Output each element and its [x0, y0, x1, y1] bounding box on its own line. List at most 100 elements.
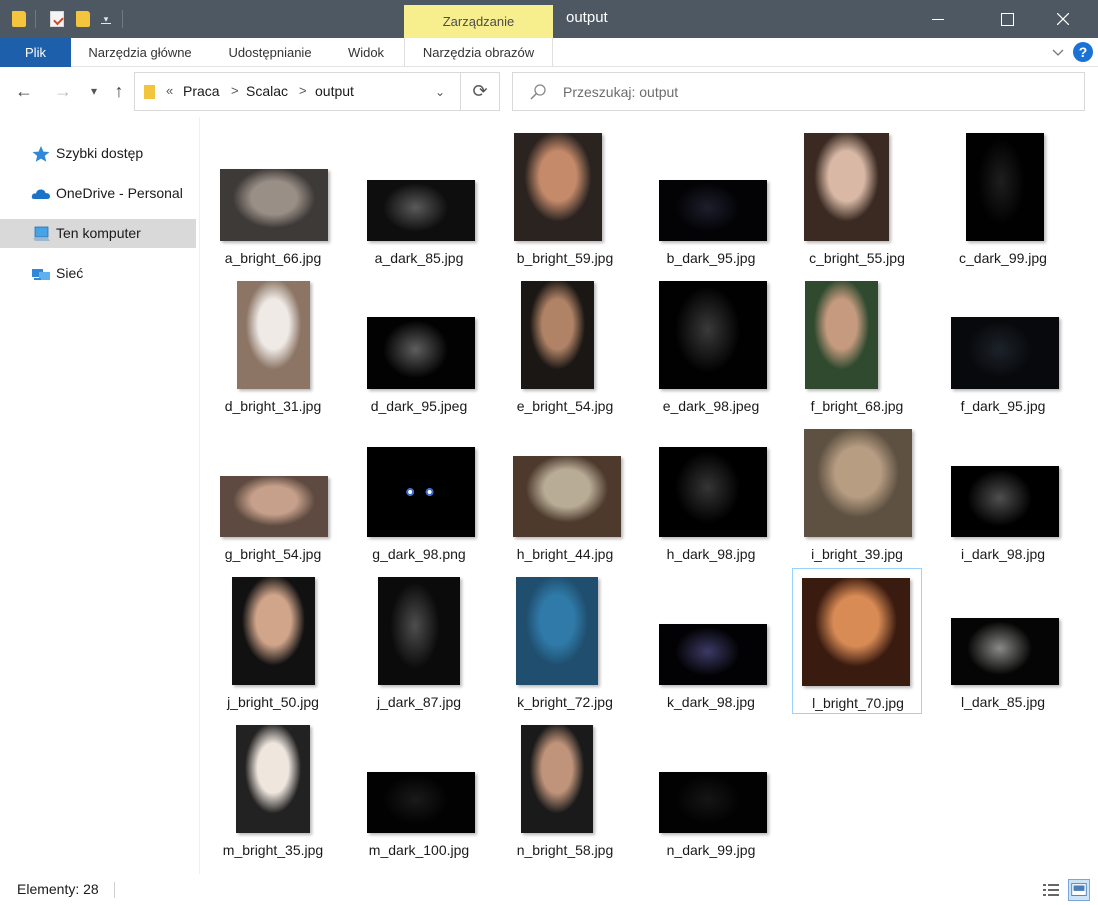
star-icon — [32, 146, 50, 162]
search-icon — [530, 84, 546, 100]
file-name: h_bright_44.jpg — [516, 546, 614, 562]
file-item[interactable]: b_dark_95.jpg — [646, 124, 776, 270]
file-item[interactable]: e_bright_54.jpg — [500, 272, 630, 418]
image-thumbnail — [367, 317, 475, 389]
status-bar: Elementy: 28 — [0, 874, 1098, 905]
breadcrumb-scalac[interactable]: Scalac — [246, 83, 288, 99]
search-input[interactable] — [563, 81, 1063, 103]
file-name: b_dark_95.jpg — [666, 250, 756, 266]
file-item[interactable]: l_dark_85.jpg — [938, 568, 1068, 714]
file-item[interactable]: a_bright_66.jpg — [208, 124, 338, 270]
file-item[interactable]: i_dark_98.jpg — [938, 420, 1068, 566]
file-item[interactable]: m_dark_100.jpg — [354, 716, 484, 862]
help-button[interactable]: ? — [1073, 42, 1093, 62]
file-item[interactable]: g_bright_54.jpg — [208, 420, 338, 566]
tab-manage[interactable]: Zarządzanie — [404, 5, 553, 38]
title-bar: ▾ Zarządzanie output — [0, 0, 1098, 38]
image-thumbnail — [513, 456, 621, 537]
file-name: k_dark_98.jpg — [667, 694, 755, 710]
sidebar-item-label: Ten komputer — [56, 225, 141, 241]
image-thumbnail — [236, 725, 310, 833]
image-thumbnail — [367, 772, 475, 833]
image-thumbnail — [805, 281, 878, 389]
folder-icon[interactable] — [12, 11, 26, 27]
new-folder-icon[interactable] — [76, 11, 90, 27]
file-item[interactable]: n_dark_99.jpg — [646, 716, 776, 862]
sidebar-item-quick-access[interactable]: Szybki dostęp — [0, 139, 196, 168]
search-box[interactable] — [512, 72, 1085, 111]
navigation-bar: ← → ▾ ↑ « Praca > Scalac > output ⌄ ⟳ — [0, 67, 1098, 117]
file-item[interactable]: c_dark_99.jpg — [938, 124, 1068, 270]
file-name: d_dark_95.jpeg — [370, 398, 468, 414]
tab-file[interactable]: Plik — [0, 38, 71, 67]
back-arrow-icon[interactable]: ← — [12, 79, 36, 103]
breadcrumb-separator[interactable]: > — [299, 83, 307, 98]
image-thumbnail — [367, 180, 475, 241]
customize-toolbar-dropdown-icon[interactable]: ▾ — [101, 14, 111, 24]
file-item[interactable]: m_bright_35.jpg — [208, 716, 338, 862]
sidebar-item-this-pc[interactable]: Ten komputer — [0, 219, 196, 248]
file-name: j_dark_87.jpg — [376, 694, 462, 710]
maximize-button[interactable] — [984, 0, 1030, 38]
tab-picture-tools[interactable]: Narzędzia obrazów — [404, 38, 553, 67]
file-item[interactable]: n_bright_58.jpg — [500, 716, 630, 862]
breadcrumb-separator[interactable]: > — [231, 83, 239, 98]
expand-ribbon-chevron-icon[interactable] — [1050, 44, 1066, 60]
file-item[interactable]: b_bright_59.jpg — [500, 124, 630, 270]
recent-locations-chevron-icon[interactable]: ▾ — [82, 79, 106, 103]
file-item[interactable]: k_bright_72.jpg — [500, 568, 630, 714]
file-name: l_bright_70.jpg — [812, 695, 904, 711]
file-item[interactable]: f_dark_95.jpg — [938, 272, 1068, 418]
image-thumbnail — [659, 447, 767, 537]
tab-home[interactable]: Narzędzia główne — [76, 38, 204, 67]
breadcrumb-praca[interactable]: Praca — [183, 83, 220, 99]
close-button[interactable] — [1040, 0, 1086, 38]
file-item[interactable]: i_bright_39.jpg — [792, 420, 922, 566]
folder-icon — [144, 85, 155, 99]
tab-share[interactable]: Udostępnianie — [218, 38, 322, 67]
file-item[interactable]: a_dark_85.jpg — [354, 124, 484, 270]
details-view-icon[interactable] — [1040, 879, 1062, 901]
file-item[interactable]: j_dark_87.jpg — [354, 568, 484, 714]
up-arrow-icon[interactable]: ↑ — [107, 79, 131, 103]
file-name: g_dark_98.png — [372, 546, 466, 562]
large-icons-view-icon[interactable] — [1068, 879, 1090, 901]
image-thumbnail — [521, 281, 594, 389]
breadcrumb-output[interactable]: output — [315, 83, 354, 99]
sidebar-item-network[interactable]: Sieć — [0, 259, 196, 288]
file-item[interactable]: h_bright_44.jpg — [500, 420, 630, 566]
address-history-chevron-icon[interactable]: ⌄ — [435, 85, 445, 99]
sidebar-item-label: Sieć — [56, 265, 84, 281]
image-thumbnail — [659, 180, 767, 241]
image-thumbnail — [514, 133, 602, 241]
refresh-button[interactable]: ⟳ — [461, 72, 500, 111]
file-name: m_dark_100.jpg — [368, 842, 470, 858]
file-name: g_bright_54.jpg — [224, 546, 322, 562]
file-item[interactable]: g_dark_98.png — [354, 420, 484, 566]
image-thumbnail — [951, 317, 1059, 389]
computer-icon — [33, 226, 50, 241]
tab-view[interactable]: Widok — [338, 38, 394, 67]
file-item[interactable]: j_bright_50.jpg — [208, 568, 338, 714]
file-name: c_dark_99.jpg — [959, 250, 1047, 266]
image-thumbnail — [659, 281, 767, 389]
properties-icon[interactable] — [50, 11, 64, 27]
file-name: n_bright_58.jpg — [516, 842, 614, 858]
address-bar[interactable]: « Praca > Scalac > output ⌄ — [134, 72, 461, 111]
file-item[interactable]: c_bright_55.jpg — [792, 124, 922, 270]
breadcrumb-overflow[interactable]: « — [166, 83, 173, 98]
file-name: a_bright_66.jpg — [224, 250, 322, 266]
minimize-button[interactable] — [915, 0, 961, 38]
image-thumbnail — [367, 447, 475, 537]
file-item[interactable]: l_bright_70.jpg — [792, 568, 922, 714]
file-item[interactable]: e_dark_98.jpeg — [646, 272, 776, 418]
file-item[interactable]: h_dark_98.jpg — [646, 420, 776, 566]
file-item[interactable]: k_dark_98.jpg — [646, 568, 776, 714]
file-list: a_bright_66.jpg a_dark_85.jpg b_bright_59.… — [216, 124, 1086, 874]
forward-arrow-icon[interactable]: → — [51, 79, 75, 103]
file-item[interactable]: d_bright_31.jpg — [208, 272, 338, 418]
onedrive-cloud-icon — [31, 189, 50, 199]
file-item[interactable]: f_bright_68.jpg — [792, 272, 922, 418]
file-item[interactable]: d_dark_95.jpeg — [354, 272, 484, 418]
sidebar-item-onedrive[interactable]: OneDrive - Personal — [0, 179, 196, 208]
